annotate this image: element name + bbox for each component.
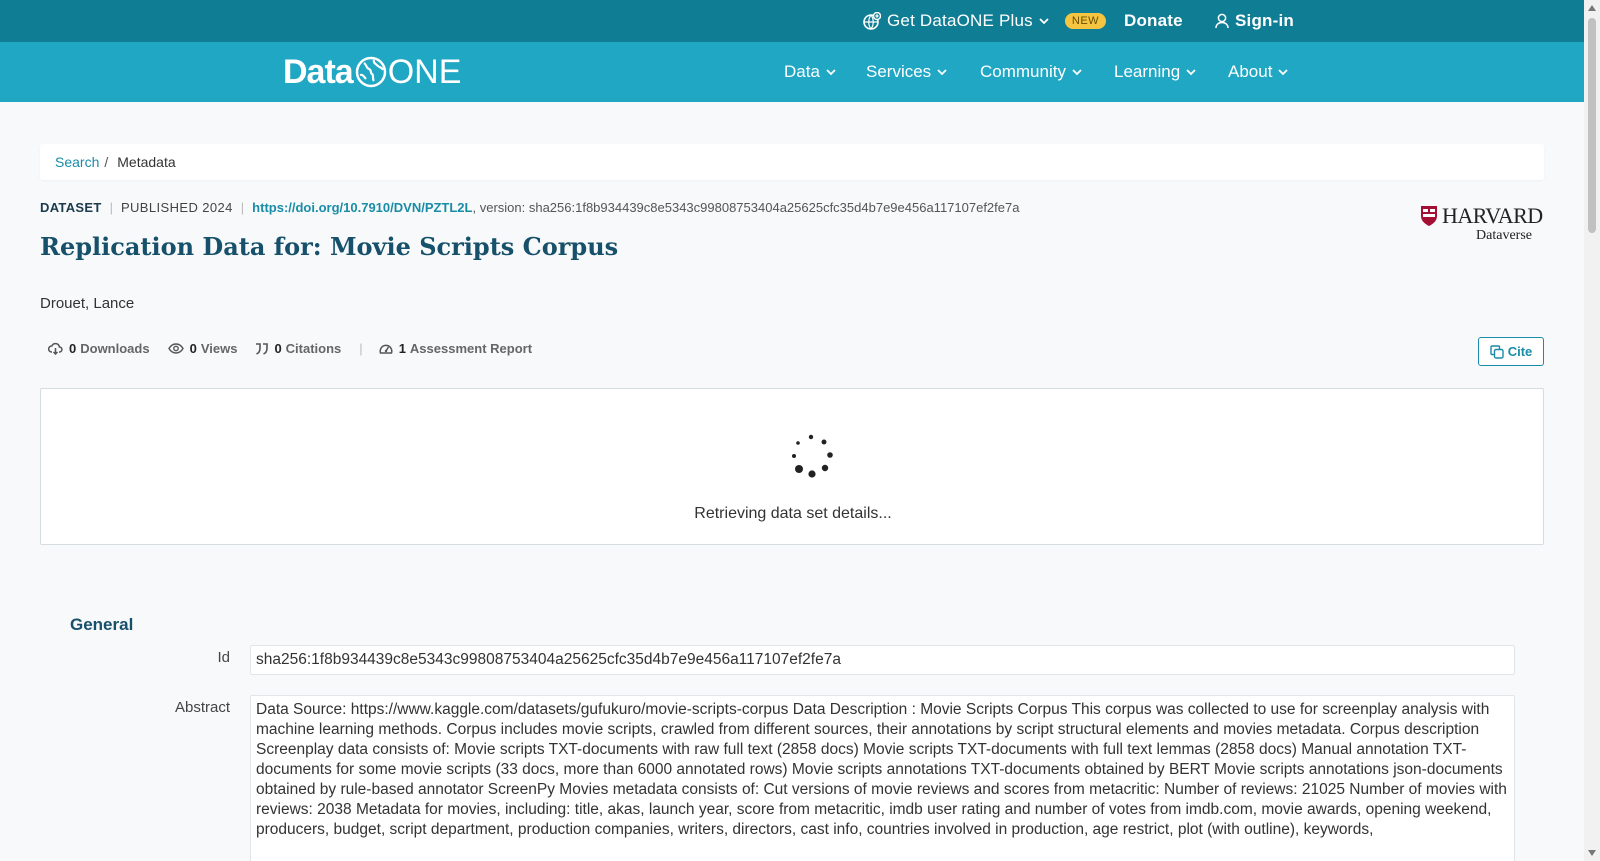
cloud-download-icon (48, 342, 63, 355)
dataset-type: DATASET (40, 200, 102, 215)
top-bar: Get DataONE Plus NEW Donate Sign-in (0, 0, 1584, 42)
chevron-down-icon (826, 68, 836, 75)
dataset-version: , version: sha256:1f8b934439c8e5343c9980… (472, 200, 1020, 215)
downloads-label: Downloads (80, 341, 150, 356)
assessment-label: Assessment Report (409, 341, 533, 356)
meta-divider: | (109, 200, 113, 215)
breadcrumb-current: Metadata (117, 154, 176, 170)
loading-text: Retrieving data set details... (694, 505, 892, 522)
sign-in-label: Sign-in (1235, 11, 1294, 30)
downloads-count: 0 (69, 341, 77, 356)
spinner-icon (792, 434, 833, 478)
copy-icon (1490, 344, 1504, 359)
nav-learning[interactable]: Learning (1114, 42, 1196, 102)
citations-metric: 0 Citations (255, 341, 341, 356)
chevron-down-icon (1072, 68, 1082, 75)
donate-link[interactable]: Donate (1124, 0, 1183, 42)
views-label: Views (200, 341, 238, 356)
chevron-down-icon (1039, 17, 1049, 24)
breadcrumb-search-link[interactable]: Search (55, 154, 99, 170)
sign-in-link[interactable]: Sign-in (1215, 0, 1294, 42)
citations-count: 0 (274, 341, 282, 356)
get-dataone-plus-menu[interactable]: Get DataONE Plus NEW (863, 0, 1107, 42)
id-value: sha256:1f8b934439c8e5343c99808753404a256… (250, 645, 1515, 675)
dataset-metrics: 0 Downloads 0 Views 0 Citations | 1 Asse… (48, 341, 550, 356)
cite-label: Cite (1507, 344, 1533, 359)
eye-icon (167, 343, 184, 354)
published-year: PUBLISHED 2024 (120, 200, 233, 215)
get-dataone-plus-label: Get DataONE Plus (887, 11, 1033, 30)
nav-data-label: Data (784, 62, 820, 81)
metrics-divider: | (359, 341, 363, 356)
dataone-logo[interactable]: Data ONE (283, 52, 461, 92)
nav-learning-label: Learning (1114, 62, 1181, 81)
nav-community-label: Community (980, 62, 1066, 81)
new-badge: NEW (1064, 13, 1107, 29)
id-label: Id (217, 649, 230, 666)
nav-community[interactable]: Community (980, 42, 1082, 102)
views-count: 0 (189, 341, 197, 356)
scrollbar-thumb[interactable] (1588, 18, 1596, 233)
chevron-down-icon (1278, 68, 1289, 75)
views-metric: 0 Views (167, 341, 238, 356)
gauge-icon (379, 344, 393, 354)
breadcrumb: Search / Metadata (40, 144, 1544, 180)
donate-label: Donate (1124, 11, 1183, 30)
dataset-title: Replication Data for: Movie Scripts Corp… (40, 232, 619, 261)
meta-divider: | (240, 200, 245, 215)
nav-about-label: About (1228, 62, 1273, 81)
globe-icon (355, 56, 386, 88)
dataset-author[interactable]: Drouet, Lance (40, 295, 134, 312)
user-icon (1215, 13, 1229, 29)
logo-one-text: ONE (387, 52, 462, 91)
harvard-shield-icon (1421, 206, 1437, 226)
scroll-up-arrow-icon[interactable] (1588, 5, 1596, 11)
loading-panel: Retrieving data set details... (40, 388, 1544, 545)
logo-data-text: Data (283, 52, 354, 91)
harvard-wordmark: HARVARD (1442, 203, 1543, 228)
citations-label: Citations (285, 341, 342, 356)
cite-button[interactable]: Cite (1478, 337, 1544, 366)
globe-plus-icon (863, 12, 881, 30)
scroll-down-arrow-icon[interactable] (1588, 850, 1596, 856)
doi-link[interactable]: https://doi.org/10.7910/DVN/PZTL2L (252, 200, 472, 215)
page-scrollbar[interactable] (1584, 0, 1600, 861)
nav-services[interactable]: Services (866, 42, 947, 102)
nav-about[interactable]: About (1228, 42, 1289, 102)
abstract-value: Data Source: https://www.kaggle.com/data… (250, 695, 1515, 861)
assessment-metric[interactable]: 1 Assessment Report (379, 341, 532, 356)
nav-services-label: Services (866, 62, 932, 81)
breadcrumb-separator: / (104, 154, 109, 170)
harvard-dataverse-logo[interactable]: HARVARD Dataverse (1420, 203, 1544, 244)
chevron-down-icon (937, 68, 947, 75)
assessment-count: 1 (398, 341, 406, 356)
main-nav: Data ONE Data Services Community Learnin… (0, 42, 1584, 102)
dataverse-wordmark: Dataverse (1476, 228, 1532, 243)
downloads-metric: 0 Downloads (48, 341, 150, 356)
chevron-down-icon (1186, 68, 1196, 75)
dataset-meta-line: DATASET | PUBLISHED 2024 | https://doi.o… (40, 200, 1019, 215)
abstract-label: Abstract (174, 699, 230, 716)
quote-icon (256, 342, 269, 355)
nav-data[interactable]: Data (784, 42, 836, 102)
general-section-title: General (70, 615, 134, 634)
